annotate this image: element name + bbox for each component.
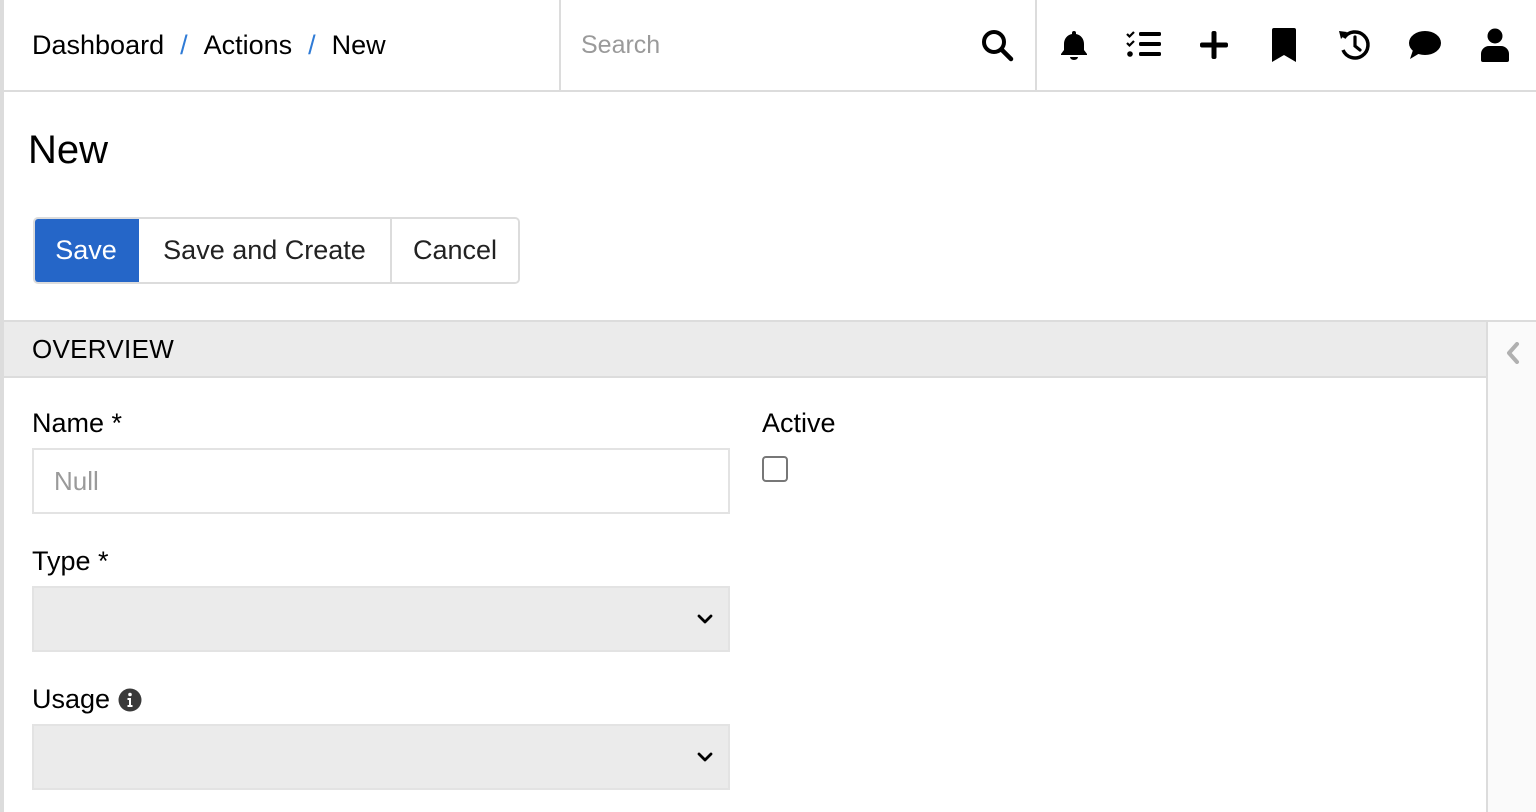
chevron-down-icon: [696, 610, 714, 628]
tasks-icon[interactable]: [1124, 25, 1164, 65]
form-action-buttons: Save Save and Create Cancel: [33, 217, 520, 284]
chevron-left-icon[interactable]: [1502, 342, 1524, 364]
search-input[interactable]: [581, 30, 979, 60]
active-label: Active: [762, 408, 836, 438]
search-icon[interactable]: [979, 27, 1015, 63]
bookmark-icon[interactable]: [1264, 25, 1304, 65]
history-icon[interactable]: [1335, 25, 1375, 65]
user-icon[interactable]: [1475, 25, 1515, 65]
left-edge-border: [0, 0, 4, 812]
type-select[interactable]: [32, 586, 730, 652]
breadcrumb-item-current: New: [331, 29, 386, 60]
breadcrumb-separator: /: [308, 29, 316, 60]
name-label: Name *: [32, 408, 123, 438]
cancel-button[interactable]: Cancel: [392, 219, 518, 282]
save-and-create-button[interactable]: Save and Create: [139, 219, 392, 282]
top-navbar: Dashboard / Actions / New: [4, 0, 1536, 92]
usage-label-row: Usage: [32, 684, 142, 715]
breadcrumb-item-dashboard[interactable]: Dashboard: [32, 30, 164, 61]
info-icon[interactable]: [118, 688, 142, 712]
breadcrumb-item-actions[interactable]: Actions: [204, 30, 293, 61]
breadcrumb: Dashboard / Actions / New: [4, 0, 561, 90]
section-header-overview: OVERVIEW: [4, 320, 1486, 378]
section-title: OVERVIEW: [32, 333, 175, 364]
usage-select[interactable]: [32, 724, 730, 790]
name-input[interactable]: [32, 448, 730, 514]
chat-icon[interactable]: [1405, 25, 1445, 65]
breadcrumb-separator: /: [180, 29, 188, 60]
side-panel: [1486, 320, 1536, 812]
page-title: New: [28, 128, 109, 172]
chevron-down-icon: [696, 748, 714, 766]
plus-icon[interactable]: [1194, 25, 1234, 65]
search-box: [561, 0, 1037, 90]
bell-icon[interactable]: [1054, 25, 1094, 65]
save-button[interactable]: Save: [35, 219, 139, 282]
active-checkbox[interactable]: [762, 456, 788, 482]
usage-label: Usage: [32, 684, 111, 714]
type-label: Type *: [32, 546, 109, 576]
nav-icon-bar: [1037, 0, 1536, 90]
